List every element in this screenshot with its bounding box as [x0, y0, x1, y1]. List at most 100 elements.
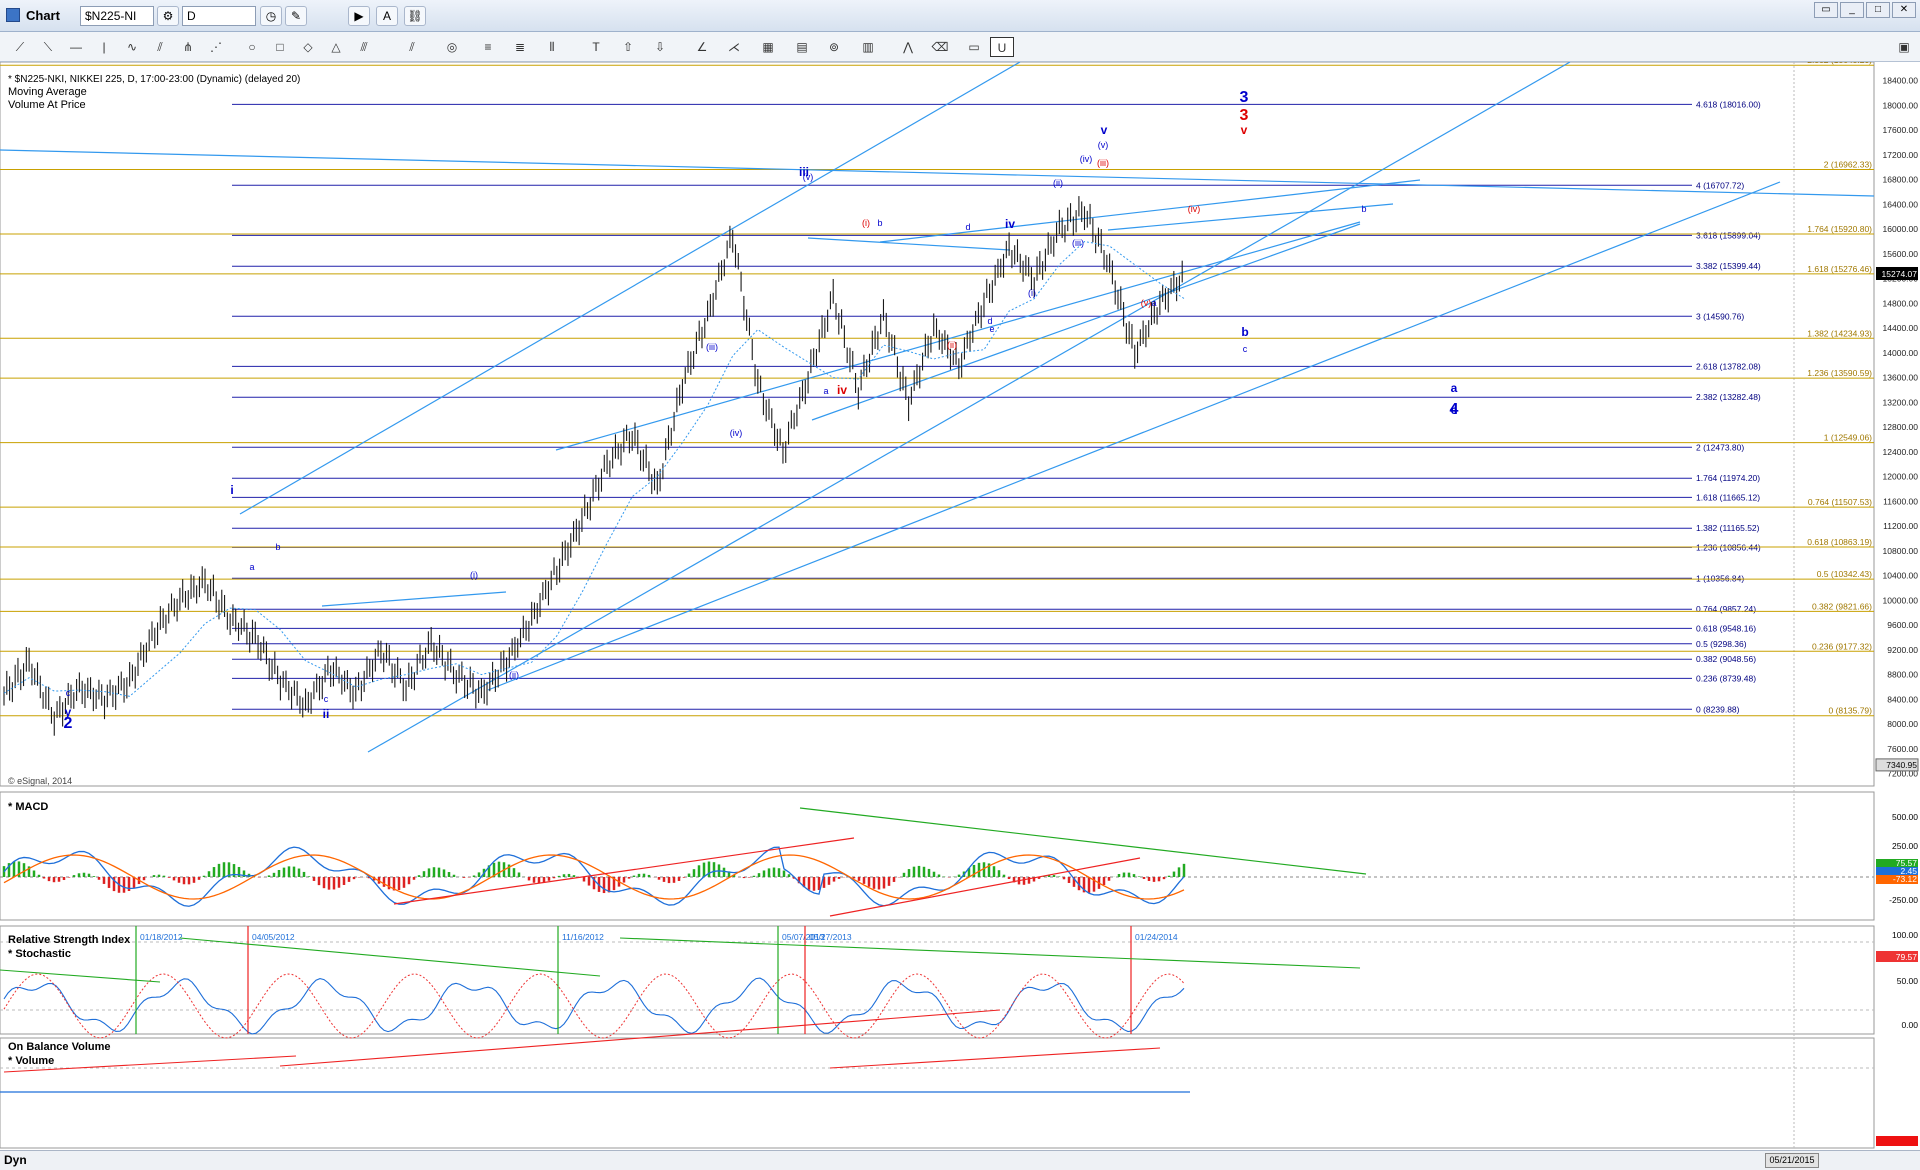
chart-area[interactable]: 4.618 (18016.00) 4 (16707.72) 3.618 (15899… [0, 55, 1920, 1165]
wave-label: 3 [1240, 89, 1249, 106]
circles-tool-icon[interactable]: ⊚ [822, 37, 846, 57]
price-tick-label: 12800.00 [1883, 422, 1919, 432]
price-tick-label: 16400.00 [1883, 199, 1919, 209]
wave-label: iv [1005, 217, 1015, 231]
text-tool-icon[interactable]: T [584, 37, 608, 57]
interval-select[interactable]: D [182, 6, 256, 26]
wave-label: b [1241, 325, 1248, 339]
play-icon[interactable]: ▶ [348, 6, 370, 26]
fib-gold-label: 0 (8135.79) [1829, 706, 1873, 716]
wave-label: (i) [1028, 288, 1036, 298]
fib-ret-tool-icon[interactable]: ≡ [476, 37, 500, 57]
minimize-icon[interactable]: _ [1840, 2, 1864, 18]
wave-label: (iv) [1188, 204, 1201, 214]
fib-gold-label: 0.5 (10342.43) [1817, 569, 1872, 579]
fib-blue-label: 1 (10356.84) [1696, 573, 1744, 583]
wave-label: c [324, 694, 329, 704]
triangle-tool-icon[interactable]: △ [324, 37, 348, 57]
wave-label: 3 [1240, 107, 1249, 124]
arrow-down-tool-icon[interactable]: ⇩ [648, 37, 672, 57]
rsi-date-label: 04/05/2012 [252, 932, 295, 942]
ray-tool-icon[interactable]: ⟍ [36, 37, 60, 57]
price-tick-label: 12400.00 [1883, 447, 1919, 457]
parallel-tool-icon[interactable]: ⫻ [352, 37, 376, 57]
rsi-date-label: 01/18/2012 [140, 932, 183, 942]
fib-blue-label: 2.382 (13282.48) [1696, 392, 1761, 402]
vline-tool-icon[interactable]: | [92, 37, 116, 57]
pencil-icon[interactable]: ✎ [285, 6, 307, 26]
magnet-tool-icon[interactable]: U [990, 37, 1014, 57]
price-tick-label: 10800.00 [1883, 546, 1919, 556]
wave-label: c [66, 688, 71, 698]
wave-label: a [249, 562, 254, 572]
macd-panel [0, 791, 1875, 921]
fib-blue-label: 3.618 (15899.04) [1696, 230, 1761, 240]
rect-tool-icon[interactable]: □ [268, 37, 292, 57]
fib-blue-label: 1.618 (11665.12) [1696, 492, 1760, 502]
note-tool-icon[interactable]: ▭ [962, 37, 986, 57]
wave-label: ii [323, 707, 330, 721]
fib-gold-label: 1.764 (15920.80) [1807, 224, 1872, 234]
fib-gold-label: 1 (12549.06) [1824, 433, 1872, 443]
wave-label: b [275, 542, 280, 552]
zigzag-tool-icon[interactable]: ⋀ [896, 37, 920, 57]
settings-icon[interactable]: ⚙ [157, 6, 179, 26]
grid-tool-icon[interactable]: ▦ [756, 37, 780, 57]
wave-label: (v) [1098, 140, 1109, 150]
rsi-subtitle: * Stochastic [8, 948, 71, 960]
macd-value-label: -73.12 [1893, 874, 1917, 884]
wave-label: a [823, 386, 828, 396]
channel-tool-icon[interactable]: ⫽ [148, 37, 172, 57]
diamond-tool-icon[interactable]: ◇ [296, 37, 320, 57]
price-tick-label: 16800.00 [1883, 175, 1919, 185]
fan-tool-icon[interactable]: ⋰ [204, 37, 228, 57]
dyn-label[interactable]: Dyn [4, 1153, 27, 1167]
clock-icon[interactable]: ◷ [260, 6, 282, 26]
alert-icon[interactable]: A [376, 6, 398, 26]
drawing-toolbar: ⟋ ⟍ — | ∿ ⫽ ⋔ ⋰ ○ □ ◇ △ ⫻ ⫽ ◎ ≡ ≣ ⫴ T ⇧ … [0, 32, 1920, 62]
cycle-tool-icon[interactable]: ◎ [440, 37, 464, 57]
fib-blue-label: 0.764 (9857.24) [1696, 604, 1756, 614]
hline-tool-icon[interactable]: — [64, 37, 88, 57]
link-icon[interactable]: ⛓ [404, 6, 426, 26]
price-tick-label: 17200.00 [1883, 150, 1919, 160]
line-tool-icon[interactable]: ⟋ [8, 37, 32, 57]
price-tick-label: 10000.00 [1883, 595, 1919, 605]
end-date-field[interactable]: 05/21/2015 [1765, 1153, 1819, 1168]
wave-label: (i) [862, 218, 870, 228]
fork-tool-icon[interactable]: ⋔ [176, 37, 200, 57]
price-tick-label: 8400.00 [1887, 694, 1918, 704]
mob-tool-icon[interactable]: ▤ [790, 37, 814, 57]
fib-ext-tool-icon[interactable]: ≣ [508, 37, 532, 57]
price-tick-label: 11200.00 [1883, 521, 1918, 531]
trendchannel-tool-icon[interactable]: ⫽ [400, 37, 424, 57]
wave-label: a [1451, 381, 1458, 395]
fib-time-tool-icon[interactable]: ⫴ [540, 37, 564, 57]
wave-tool-icon[interactable]: ∿ [120, 37, 144, 57]
eraser-tool-icon[interactable]: ⌫ [928, 37, 952, 57]
rsi-value-label: 79.57 [1896, 952, 1918, 962]
price-tick-label: 8000.00 [1887, 719, 1918, 729]
pti-tool-icon[interactable]: ▥ [856, 37, 880, 57]
fib-blue-label: 2.618 (13782.08) [1696, 361, 1761, 371]
panel-toggle-icon[interactable]: ▣ [1892, 37, 1916, 57]
wave-label: 4 [1450, 401, 1459, 418]
price-tick-label: 13600.00 [1883, 373, 1919, 383]
maximize-icon[interactable]: □ [1866, 2, 1890, 18]
macd-tick-label: 500.00 [1892, 812, 1918, 822]
price-tick-label: 8800.00 [1887, 670, 1918, 680]
arrow-up-tool-icon[interactable]: ⇧ [616, 37, 640, 57]
close-icon[interactable]: ✕ [1892, 2, 1916, 18]
wave-label: (ii) [947, 340, 957, 350]
ellipse-tool-icon[interactable]: ○ [240, 37, 264, 57]
gann-tool-icon[interactable]: ⋌ [722, 37, 746, 57]
fib-gold-label: 0.764 (11507.53) [1808, 497, 1872, 507]
chart-header-line2: Moving Average [8, 86, 87, 98]
fib-blue-label: 2 (12473.80) [1696, 442, 1744, 452]
symbol-input[interactable]: $N225-NI [80, 6, 154, 26]
restore-icon[interactable]: ▭ [1814, 2, 1838, 18]
angle-tool-icon[interactable]: ∠ [690, 37, 714, 57]
macd-title: * MACD [8, 801, 48, 813]
obv-subtitle: * Volume [8, 1055, 54, 1067]
wave-label: (ii) [1053, 178, 1063, 188]
